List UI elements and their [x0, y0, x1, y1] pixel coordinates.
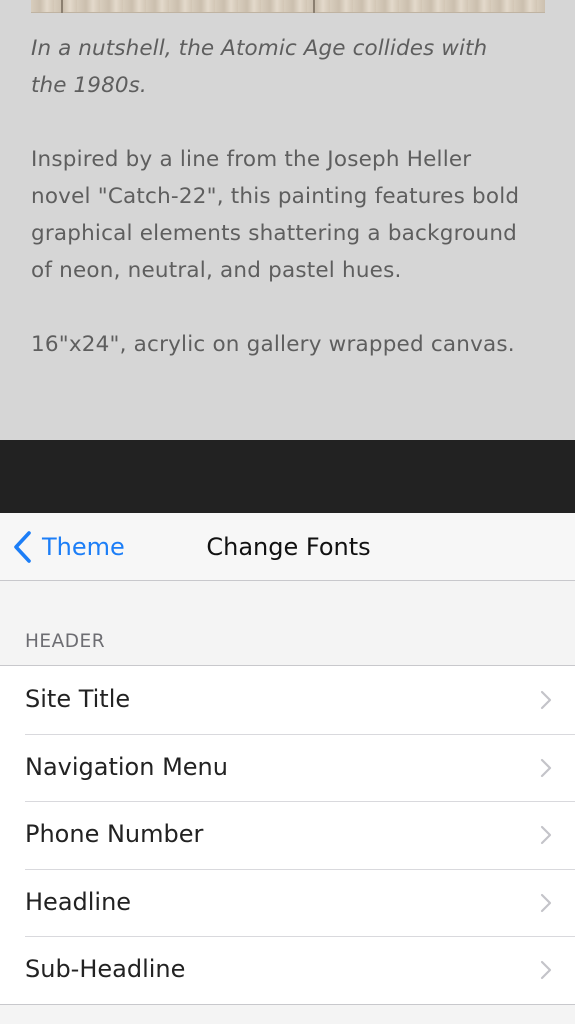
description-line: graphical elements shattering a backgrou…: [31, 221, 517, 246]
description-line: of neon, neutral, and pastel hues.: [31, 258, 402, 283]
wood-plank-image: [31, 0, 545, 13]
list-item-navigation-menu[interactable]: Navigation Menu: [0, 733, 575, 802]
description-line: novel "Catch-22", this painting features…: [31, 184, 520, 209]
preview-specs: 16"x24", acrylic on gallery wrapped canv…: [31, 332, 515, 357]
preview-description: Inspired by a line from the Joseph Helle…: [31, 141, 545, 289]
list-item-headline[interactable]: Headline: [0, 868, 575, 937]
tagline-line: In a nutshell, the Atomic Age collides w…: [31, 36, 488, 61]
back-button[interactable]: Theme: [12, 513, 125, 581]
preview-tagline: In a nutshell, the Atomic Age collides w…: [31, 30, 545, 104]
list-item-label: Navigation Menu: [25, 752, 228, 781]
list-item-label: Site Title: [25, 685, 131, 713]
list-item-label: Sub-Headline: [25, 955, 186, 984]
chevron-right-icon: [540, 690, 552, 710]
list-item-label: Phone Number: [25, 820, 204, 849]
back-button-label: Theme: [42, 533, 125, 561]
chevron-right-icon: [540, 893, 552, 912]
chevron-right-icon: [540, 758, 552, 777]
site-preview: In a nutshell, the Atomic Age collides w…: [0, 0, 575, 440]
chevron-right-icon: [540, 826, 552, 845]
list-item-phone-number[interactable]: Phone Number: [0, 801, 575, 869]
navigation-bar: Change Fonts Theme: [0, 513, 575, 581]
font-settings-list: Site Title Navigation Menu Phone Number …: [0, 665, 575, 1005]
list-item-sub-headline[interactable]: Sub-Headline: [0, 936, 575, 1004]
preview-footer-band: [0, 440, 575, 513]
description-line: Inspired by a line from the Joseph Helle…: [31, 147, 472, 172]
section-header: HEADER: [25, 631, 106, 652]
list-item-label: Headline: [25, 887, 132, 916]
chevron-right-icon: [540, 961, 552, 980]
tagline-line: the 1980s.: [31, 73, 147, 98]
list-item-site-title[interactable]: Site Title: [0, 666, 575, 734]
chevron-left-icon: [14, 531, 31, 563]
